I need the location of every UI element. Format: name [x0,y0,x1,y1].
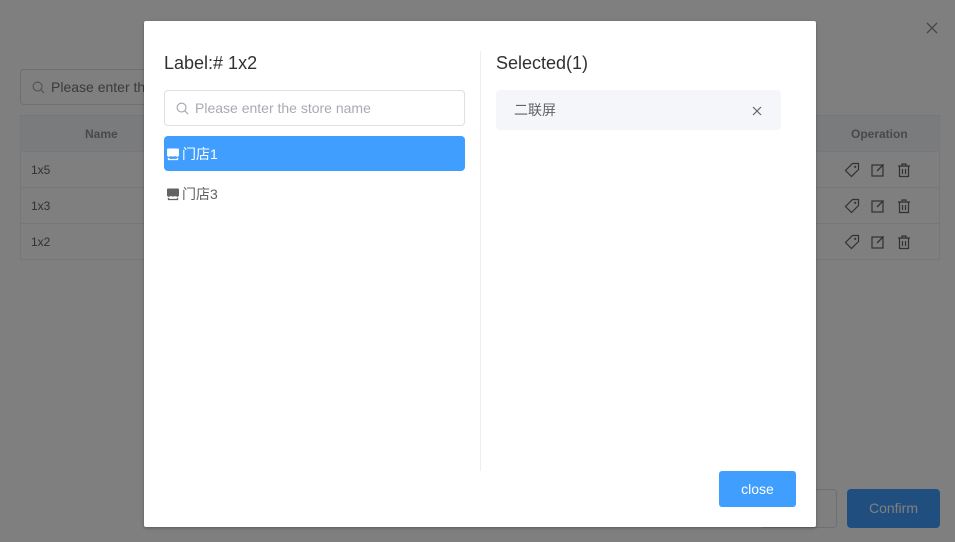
selected-pane: Selected(1) 二联屏 [496,51,796,471]
store-list: 门店1 门店3 [164,136,465,211]
store-item[interactable]: 门店3 [164,176,465,211]
label-stores-dialog: Label:# 1x2 门店1 门店3 Selected(1) 二联屏 [144,21,816,527]
store-search-input[interactable] [195,91,455,125]
store-icon [166,147,180,161]
store-item-label: 门店3 [182,185,218,202]
close-icon[interactable] [751,104,763,116]
selected-item-label: 二联屏 [514,102,556,118]
store-item[interactable]: 门店1 [164,136,465,171]
search-icon [176,102,189,115]
store-icon [166,187,180,201]
store-item-label: 门店1 [182,145,218,162]
store-picker-pane: Label:# 1x2 门店1 门店3 [164,51,465,471]
label-title: Label:# 1x2 [164,53,258,73]
store-search-field[interactable] [164,90,465,126]
selected-title: Selected(1) [496,53,589,73]
selected-item: 二联屏 [496,90,781,130]
close-button[interactable]: close [719,471,796,507]
pane-divider [480,51,481,471]
